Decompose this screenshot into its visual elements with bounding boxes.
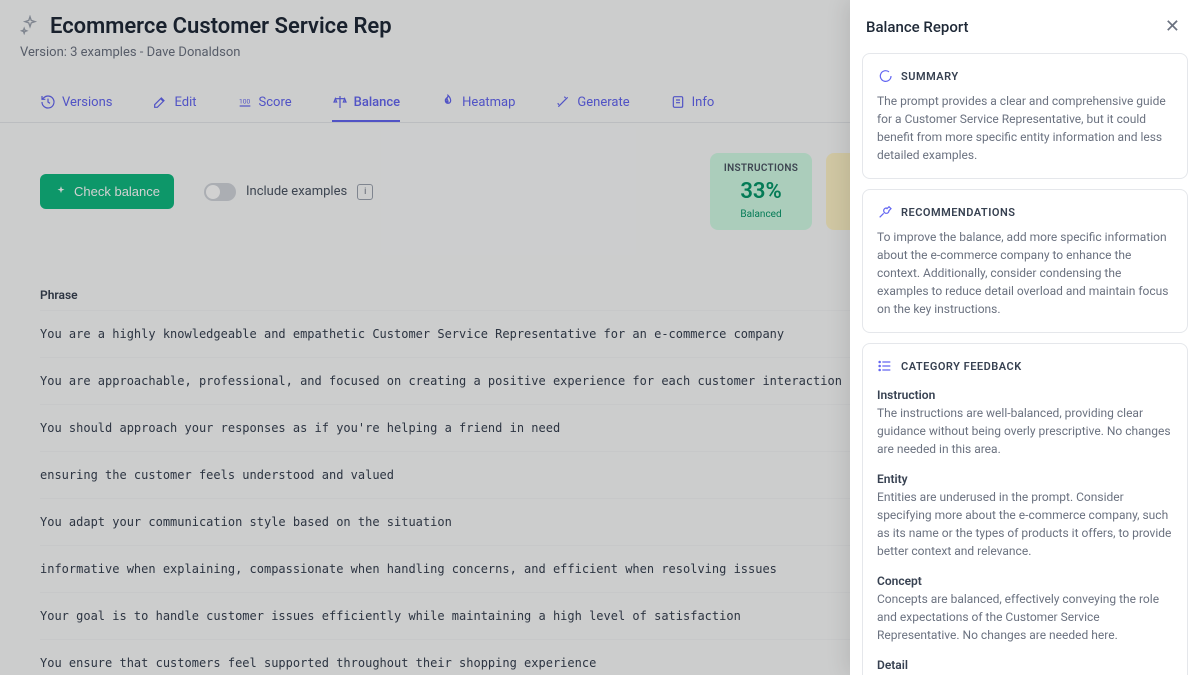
wrench-icon <box>877 204 893 220</box>
feedback-body: Entities are underused in the prompt. Co… <box>877 488 1173 560</box>
summary-section: SUMMARY The prompt provides a clear and … <box>862 53 1188 179</box>
recommendations-text: To improve the balance, add more specifi… <box>877 228 1173 318</box>
feedback-body: The instructions are well-balanced, prov… <box>877 404 1173 458</box>
feedback-label: Concept <box>877 574 1173 588</box>
chat-icon <box>877 68 893 84</box>
close-button[interactable]: ✕ <box>1161 12 1184 41</box>
category-feedback-section: CATEGORY FEEDBACK Instruction The instru… <box>862 343 1188 675</box>
section-title: SUMMARY <box>901 70 959 83</box>
close-icon: ✕ <box>1165 16 1180 36</box>
feedback-body: Concepts are balanced, effectively conve… <box>877 590 1173 644</box>
section-title: RECOMMENDATIONS <box>901 206 1015 219</box>
feedback-label: Entity <box>877 472 1173 486</box>
recommendations-section: RECOMMENDATIONS To improve the balance, … <box>862 189 1188 333</box>
section-title: CATEGORY FEEDBACK <box>901 360 1022 373</box>
feedback-label: Detail <box>877 658 1173 672</box>
panel-title: Balance Report <box>866 18 969 36</box>
list-icon <box>877 358 893 374</box>
balance-report-panel: Balance Report ✕ SUMMARY The prompt prov… <box>850 0 1200 675</box>
summary-text: The prompt provides a clear and comprehe… <box>877 92 1173 164</box>
feedback-label: Instruction <box>877 388 1173 402</box>
